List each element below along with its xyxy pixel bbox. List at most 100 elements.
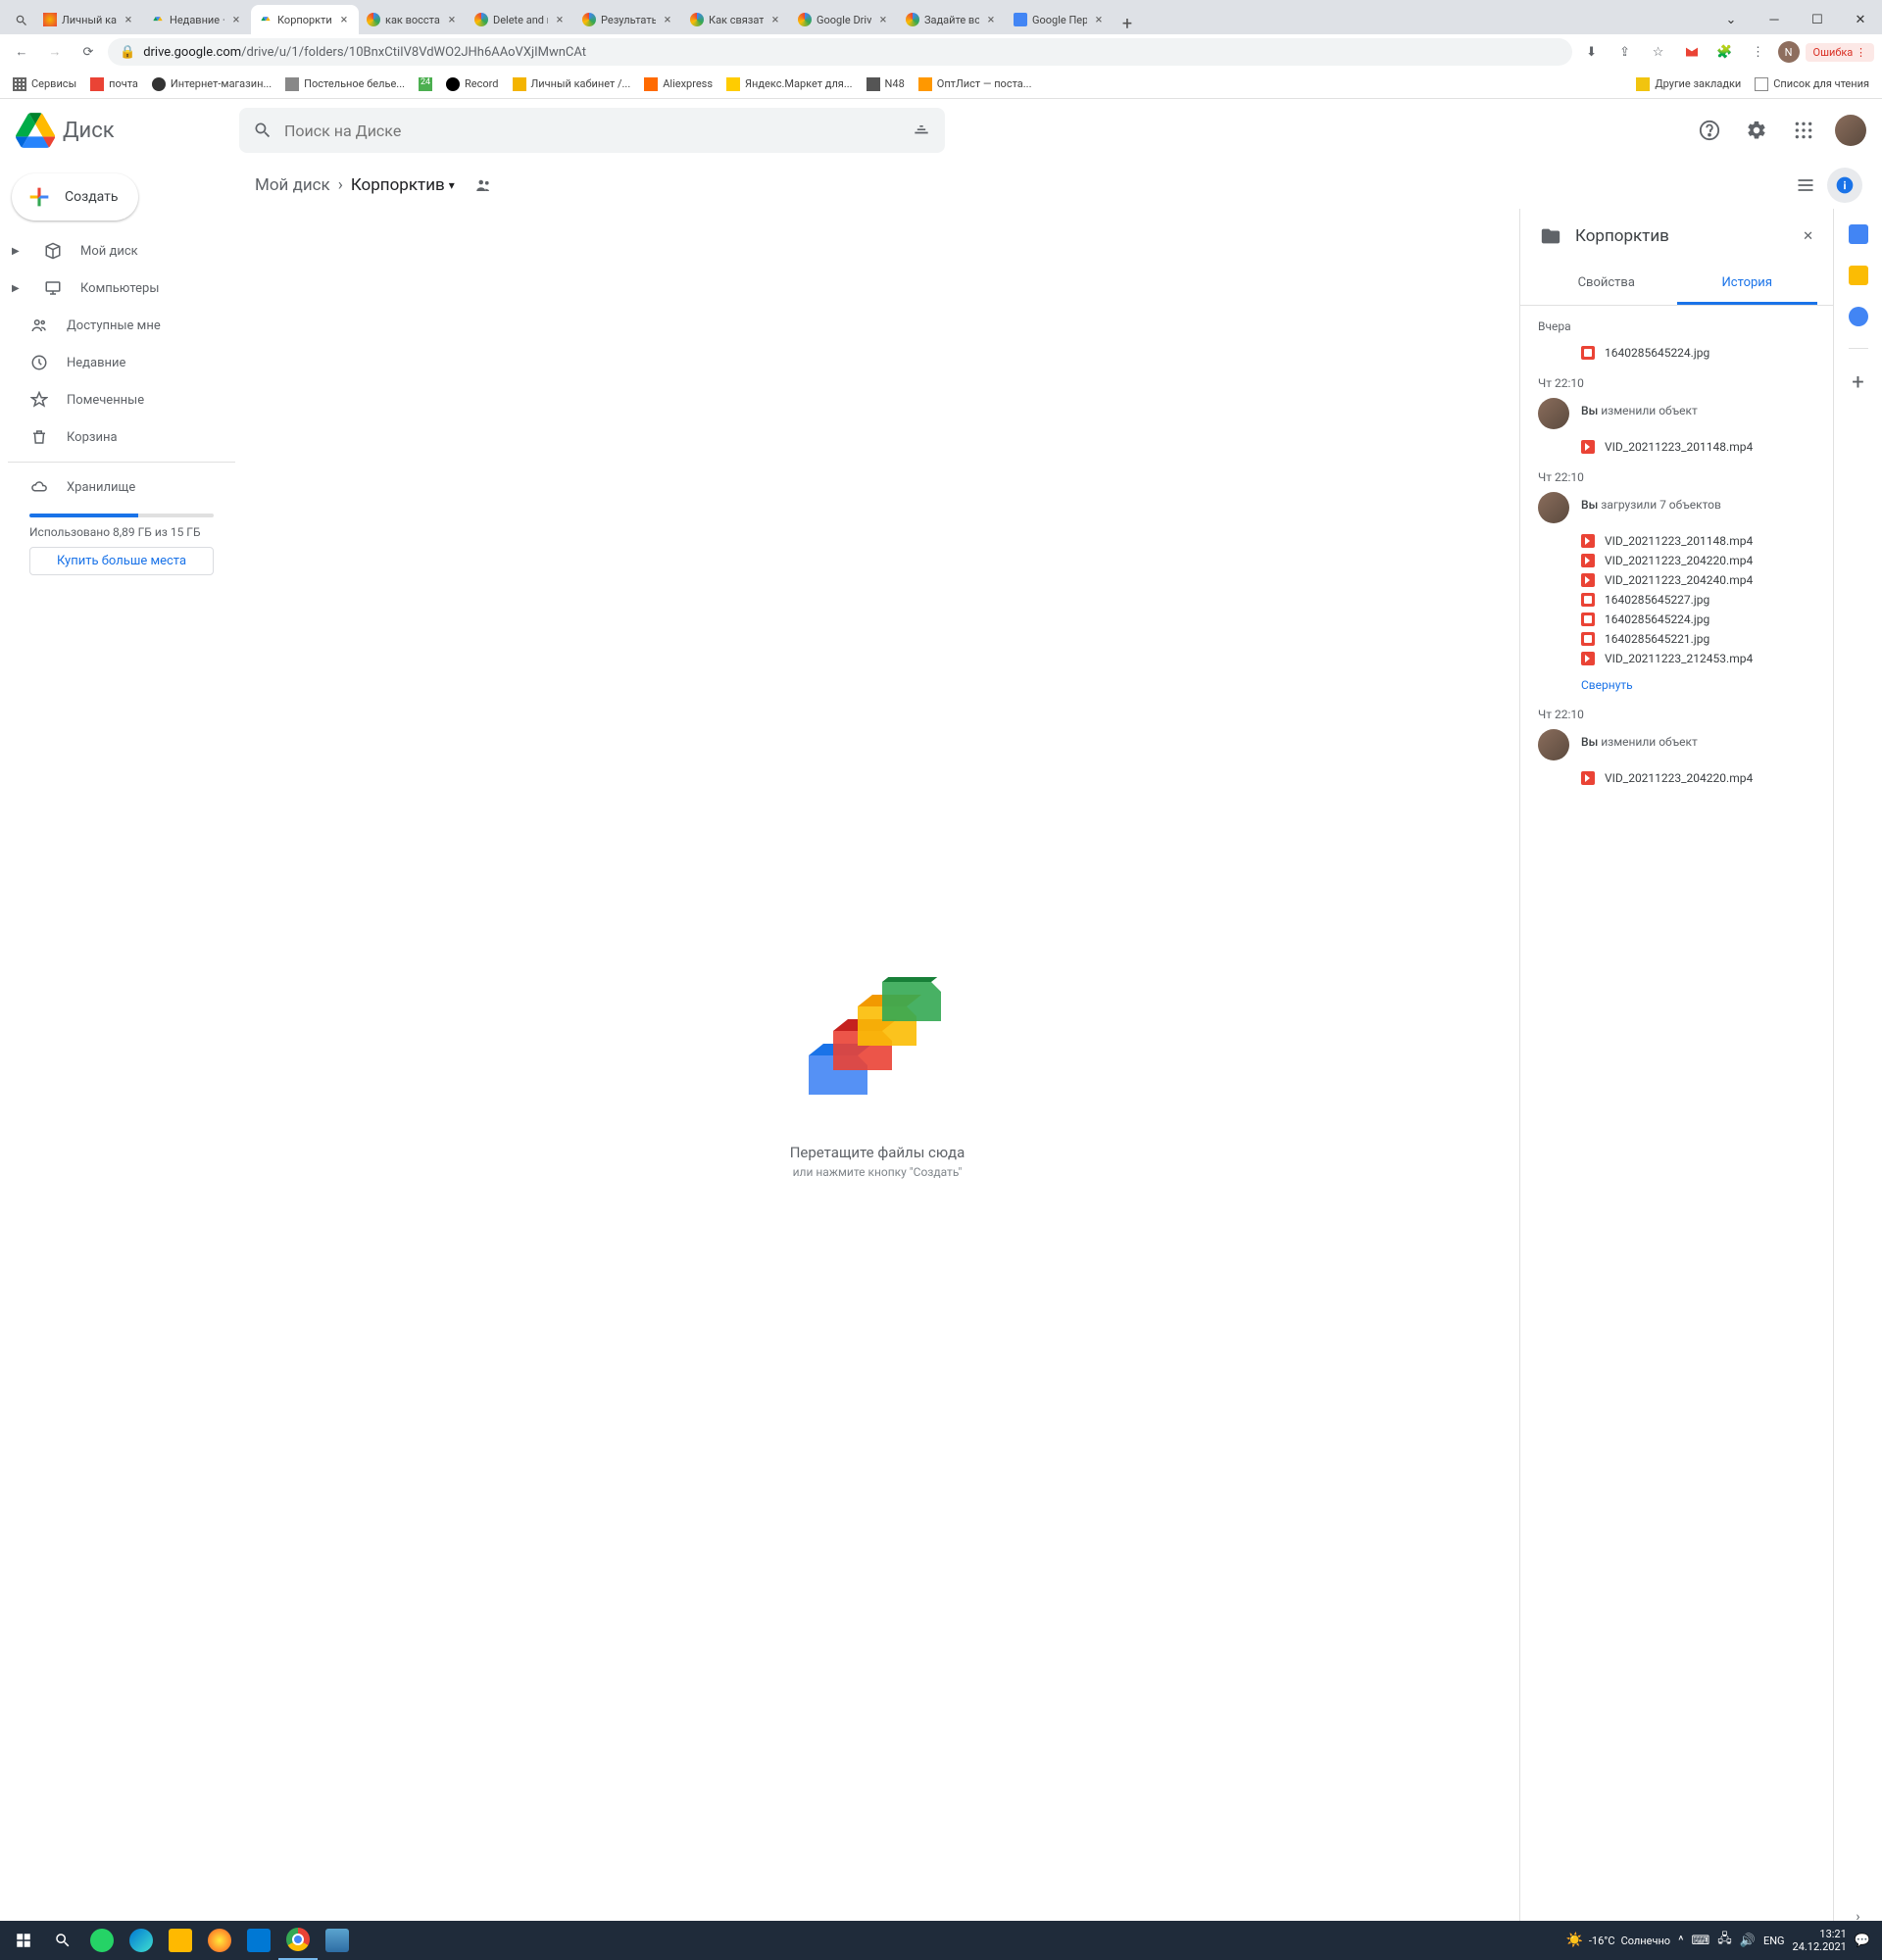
- nav-back-button[interactable]: ←: [8, 38, 35, 66]
- taskbar-app[interactable]: [318, 1921, 357, 1960]
- new-tab-button[interactable]: +: [1114, 14, 1141, 34]
- drive-logo[interactable]: Диск: [16, 111, 231, 150]
- file-item[interactable]: 1640285645227.jpg: [1581, 590, 1815, 610]
- file-item[interactable]: VID_20211223_204240.mp4: [1581, 570, 1815, 590]
- share-icon[interactable]: ⇪: [1611, 38, 1639, 66]
- breadcrumb-current[interactable]: Корпорктив ▾: [351, 175, 455, 195]
- file-item[interactable]: 1640285645221.jpg: [1581, 629, 1815, 649]
- settings-icon[interactable]: [1737, 111, 1776, 150]
- nav-trash[interactable]: Корзина: [8, 418, 235, 456]
- taskbar-chrome[interactable]: [278, 1921, 318, 1960]
- reading-list[interactable]: Список для чтения: [1750, 74, 1874, 94]
- menu-icon[interactable]: ⋮: [1745, 38, 1772, 66]
- create-button[interactable]: Создать: [12, 173, 138, 220]
- browser-tab[interactable]: Недавние – Goo×: [143, 5, 251, 34]
- bookmark-item[interactable]: Постельное белье...: [280, 74, 410, 94]
- tab-search-button[interactable]: [8, 7, 35, 34]
- error-badge[interactable]: Ошибка ⋮: [1806, 43, 1874, 62]
- browser-tab[interactable]: Delete and resto×: [467, 5, 574, 34]
- nav-reload-button[interactable]: ⟳: [74, 38, 102, 66]
- gmail-icon[interactable]: [1678, 38, 1706, 66]
- bookmark-item[interactable]: Aliexpress: [639, 74, 718, 94]
- tasks-icon[interactable]: [1849, 307, 1868, 326]
- file-item[interactable]: 1640285645224.jpg: [1581, 343, 1815, 363]
- list-view-icon[interactable]: [1788, 168, 1823, 203]
- tab-close-icon[interactable]: ×: [337, 13, 351, 26]
- bookmark-item[interactable]: Сервисы: [8, 74, 81, 94]
- nav-storage[interactable]: Хранилище: [8, 468, 235, 506]
- browser-tab[interactable]: Личный кабинет×: [35, 5, 143, 34]
- search-button[interactable]: [43, 1921, 82, 1960]
- tab-history[interactable]: История: [1677, 264, 1818, 305]
- install-app-icon[interactable]: ⬇: [1578, 38, 1606, 66]
- search-input[interactable]: [284, 122, 900, 140]
- bookmark-item[interactable]: Интернет-магазин...: [147, 74, 276, 94]
- bookmark-item[interactable]: Record: [441, 74, 503, 94]
- window-close-button[interactable]: ✕: [1839, 5, 1882, 34]
- browser-tab[interactable]: Результаты поис×: [574, 5, 682, 34]
- file-item[interactable]: VID_20211223_212453.mp4: [1581, 649, 1815, 668]
- search-options-icon[interactable]: [912, 121, 931, 140]
- search-box[interactable]: [239, 108, 945, 153]
- file-item[interactable]: VID_20211223_204220.mp4: [1581, 551, 1815, 570]
- tab-close-icon[interactable]: ×: [1092, 13, 1106, 26]
- file-item[interactable]: 1640285645224.jpg: [1581, 610, 1815, 629]
- nav-recent[interactable]: Недавние: [8, 344, 235, 381]
- bookmark-item[interactable]: Яндекс.Маркет для...: [721, 74, 858, 94]
- star-icon[interactable]: ☆: [1645, 38, 1672, 66]
- clock[interactable]: 13:21 24.12.2021: [1793, 1928, 1847, 1953]
- profile-avatar[interactable]: N: [1778, 41, 1800, 63]
- tray-keyboard-icon[interactable]: ⌨: [1692, 1934, 1710, 1948]
- nav-my-drive[interactable]: ▶Мой диск: [8, 232, 235, 270]
- file-item[interactable]: VID_20211223_204220.mp4: [1581, 768, 1815, 788]
- taskbar-app[interactable]: [122, 1921, 161, 1960]
- notifications-icon[interactable]: 💬: [1855, 1934, 1870, 1948]
- buy-storage-button[interactable]: Купить больше места: [29, 547, 214, 575]
- tab-close-icon[interactable]: ×: [876, 13, 890, 26]
- bookmark-item[interactable]: Личный кабинет /...: [508, 74, 636, 94]
- window-minimize-button[interactable]: ─: [1753, 5, 1796, 34]
- browser-tab[interactable]: Как связаться со×: [682, 5, 790, 34]
- tab-close-icon[interactable]: ×: [122, 13, 135, 26]
- weather-widget[interactable]: ☀️ -16°C Солнечно: [1565, 1933, 1670, 1948]
- tab-properties[interactable]: Свойства: [1536, 264, 1677, 305]
- taskbar-app[interactable]: [239, 1921, 278, 1960]
- info-icon[interactable]: [1827, 168, 1862, 203]
- bookmark-item[interactable]: почта: [85, 74, 143, 94]
- help-icon[interactable]: [1690, 111, 1729, 150]
- browser-tab[interactable]: Google Перевод×: [1006, 5, 1114, 34]
- file-item[interactable]: VID_20211223_201148.mp4: [1581, 531, 1815, 551]
- tab-close-icon[interactable]: ×: [553, 13, 567, 26]
- language-indicator[interactable]: ENG: [1763, 1935, 1785, 1947]
- calendar-icon[interactable]: [1849, 224, 1868, 244]
- window-maximize-button[interactable]: ☐: [1796, 5, 1839, 34]
- taskbar-app[interactable]: [82, 1921, 122, 1960]
- chevron-down-icon[interactable]: ⌄: [1709, 5, 1753, 34]
- browser-tab[interactable]: Задайте вопрос×: [898, 5, 1006, 34]
- bookmark-item[interactable]: N48: [862, 74, 910, 94]
- tab-close-icon[interactable]: ×: [661, 13, 674, 26]
- start-button[interactable]: [4, 1921, 43, 1960]
- share-people-icon[interactable]: [474, 176, 492, 194]
- browser-tab-active[interactable]: Корпорктив – G×: [251, 5, 359, 34]
- address-bar[interactable]: 🔒 drive.google.com/drive/u/1/folders/10B…: [108, 38, 1572, 66]
- bookmark-item[interactable]: ОптЛист — поста...: [914, 74, 1037, 94]
- keep-icon[interactable]: [1849, 266, 1868, 285]
- tray-volume-icon[interactable]: 🔊: [1740, 1934, 1756, 1948]
- collapse-link[interactable]: Свернуть: [1520, 672, 1833, 698]
- apps-icon[interactable]: [1784, 111, 1823, 150]
- breadcrumb-root[interactable]: Мой диск: [255, 175, 330, 195]
- addons-plus-icon[interactable]: +: [1852, 370, 1863, 395]
- tab-close-icon[interactable]: ×: [445, 13, 459, 26]
- file-item[interactable]: VID_20211223_201148.mp4: [1581, 437, 1815, 457]
- account-avatar[interactable]: [1835, 115, 1866, 146]
- tray-network-icon[interactable]: 🖧: [1717, 1930, 1732, 1951]
- expand-icon[interactable]: ▶: [12, 283, 25, 294]
- tray-chevron-icon[interactable]: ^: [1678, 1934, 1683, 1948]
- nav-forward-button[interactable]: →: [41, 38, 69, 66]
- nav-shared[interactable]: Доступные мне: [8, 307, 235, 344]
- tab-close-icon[interactable]: ×: [229, 13, 243, 26]
- expand-icon[interactable]: ▶: [12, 246, 25, 257]
- browser-tab[interactable]: Google Drive Co×: [790, 5, 898, 34]
- nav-computers[interactable]: ▶Компьютеры: [8, 270, 235, 307]
